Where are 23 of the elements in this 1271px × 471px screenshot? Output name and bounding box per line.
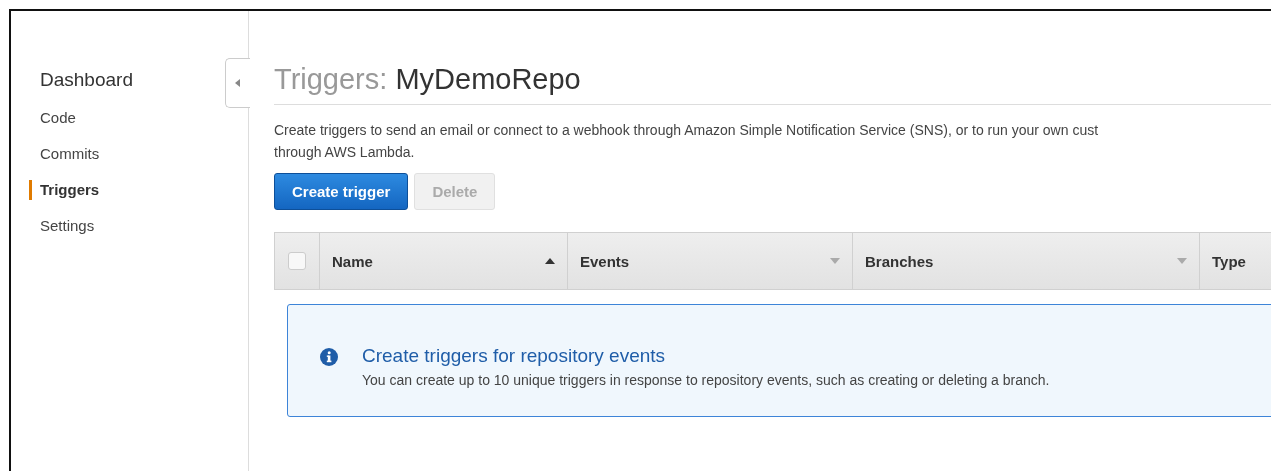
column-header[interactable]: Branches: [853, 233, 1200, 289]
description-text: through AWS Lambda.: [274, 143, 416, 162]
description-text: Create triggers to send an email or connect to a webhook through Amazon Simple Notification Service (SNS), or to run your own cust: [274, 121, 1100, 140]
column-label: Name: [332, 252, 373, 270]
sidebar-heading[interactable]: Dashboard: [40, 69, 133, 91]
info-title: Create triggers for repository events: [362, 345, 667, 367]
column-header[interactable]: Type: [1200, 233, 1271, 289]
column-label: Type: [1212, 252, 1246, 270]
info-icon: [320, 348, 338, 366]
sidebar-item[interactable]: Settings: [29, 216, 248, 236]
create-button[interactable]: Create trigger: [274, 173, 409, 210]
sidebar-item[interactable]: Triggers: [29, 180, 248, 200]
column-header[interactable]: Name: [320, 233, 568, 289]
column-label: Branches: [865, 252, 934, 270]
sidebar-item[interactable]: Commits: [29, 144, 248, 164]
page-title: Triggers: MyDemoRepo: [274, 62, 582, 97]
info-text: You can create up to 10 unique triggers in response to repository events, such as creating or deleting a branch.: [362, 372, 1050, 388]
select-all-checkbox[interactable]: [288, 252, 306, 270]
column-label: Events: [580, 252, 630, 270]
collapse-sidebar-button[interactable]: [225, 58, 250, 108]
sidebar-item[interactable]: Code: [29, 108, 248, 128]
column-header[interactable]: Events: [568, 233, 853, 289]
caret-icon: [235, 79, 241, 87]
